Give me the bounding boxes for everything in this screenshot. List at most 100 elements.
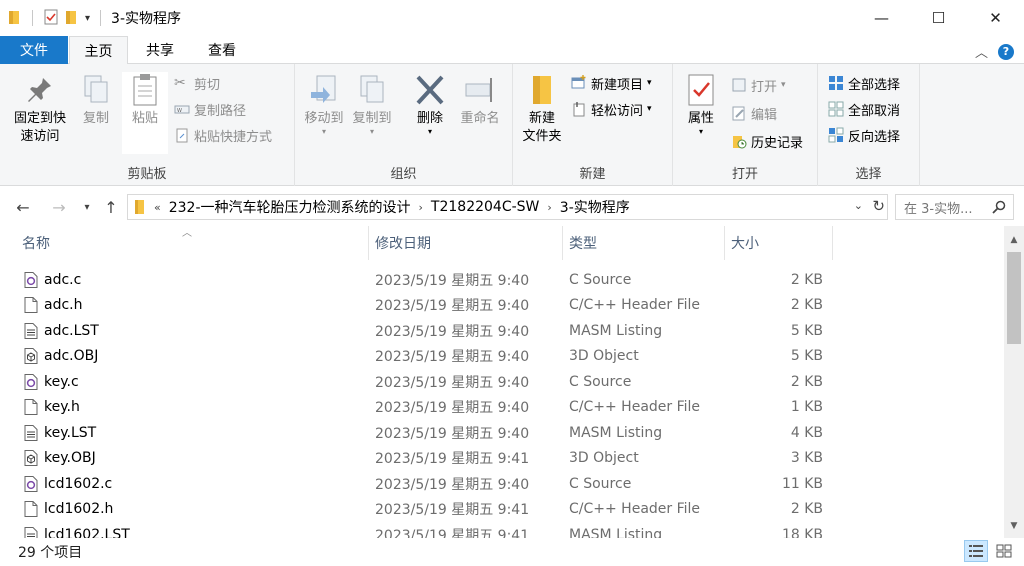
column-header-date[interactable]: 修改日期 <box>369 226 563 260</box>
file-size: 2 KB <box>790 297 823 313</box>
file-name-cell[interactable]: adc.LST <box>24 318 99 343</box>
table-row[interactable]: adc.h 2023/5/19 星期五 9:40 C/C++ Header File… <box>16 293 838 318</box>
file-name-cell[interactable]: key.LST <box>24 420 96 445</box>
scroll-up-icon[interactable]: ▲ <box>1004 230 1024 250</box>
table-row[interactable]: adc.LST 2023/5/19 星期五 9:40 MASM Listing 5 K… <box>16 318 838 343</box>
file-name-cell[interactable]: lcd1602.LST <box>24 522 130 538</box>
tab-share[interactable]: 共享 <box>130 36 190 64</box>
search-input[interactable]: 在 3-实物... <box>904 198 973 217</box>
up-arrow-icon[interactable]: ↑ <box>100 196 122 218</box>
open-button[interactable]: 打开 ▾ <box>731 74 786 96</box>
column-header-type[interactable]: 类型 <box>563 226 725 260</box>
toolbar-divider <box>100 10 102 26</box>
close-button[interactable]: ✕ <box>967 0 1024 36</box>
details-view-button[interactable] <box>964 540 988 562</box>
rename-icon <box>465 78 492 102</box>
breadcrumb-item[interactable]: 3-实物程序 <box>560 197 630 217</box>
new-folder-icon[interactable] <box>65 9 79 28</box>
recent-locations-chevron-icon[interactable]: ▾ <box>76 196 98 218</box>
folder-icon <box>135 200 144 214</box>
copy-to-button[interactable]: 复制到 ▾ <box>349 72 395 136</box>
address-dropdown-icon[interactable]: ⌄ <box>854 199 863 212</box>
cut-button[interactable]: ✂ 剪切 <box>174 72 220 94</box>
file-date: 2023/5/19 星期五 9:40 <box>375 425 530 442</box>
minimize-button[interactable]: — <box>853 0 910 36</box>
vertical-scrollbar[interactable]: ▲ ▼ <box>1004 226 1024 538</box>
rename-button[interactable]: 重命名 <box>455 72 505 128</box>
navigation-bar: ← → ▾ ↑ « 232-一种汽车轮胎压力检测系统的设计 › T2182204… <box>0 192 1024 222</box>
paste-shortcut-button[interactable]: 粘贴快捷方式 <box>174 124 272 146</box>
edit-button[interactable]: 编辑 <box>731 102 777 124</box>
edit-label: 编辑 <box>751 107 778 123</box>
help-icon[interactable]: ? <box>998 43 1014 60</box>
open-dropdown-icon: ▾ <box>781 80 786 90</box>
paste-button[interactable]: 粘贴 <box>122 72 168 154</box>
overflow-crumbs[interactable]: « <box>154 201 161 214</box>
table-row[interactable]: adc.c 2023/5/19 星期五 9:40 C Source 2 KB <box>16 267 838 292</box>
select-none-button[interactable]: 全部取消 <box>828 98 900 120</box>
address-bar[interactable]: « 232-一种汽车轮胎压力检测系统的设计 › T2182204C-SW › 3… <box>127 194 888 220</box>
file-name-cell[interactable]: lcd1602.h <box>24 497 113 522</box>
invert-selection-button[interactable]: 反向选择 <box>828 124 900 146</box>
select-group-label: 选择 <box>855 167 882 182</box>
move-to-button[interactable]: 移动到 ▾ <box>301 72 347 136</box>
file-date: 2023/5/19 星期五 9:40 <box>375 400 530 416</box>
tab-view[interactable]: 查看 <box>192 36 252 64</box>
tab-file[interactable]: 文件 <box>0 36 68 64</box>
large-icons-view-button[interactable] <box>992 540 1016 562</box>
copy-path-button[interactable]: W 复制路径 <box>174 98 246 120</box>
ribbon: 固定到快 速访问 复制 粘贴 ✂ 剪切 W 复制路径 粘贴快捷方式 剪贴板 移动… <box>0 64 1024 186</box>
search-icon[interactable] <box>991 199 1007 215</box>
view-switcher <box>964 540 1016 562</box>
file-name: adc.c <box>44 271 82 288</box>
file-name-cell[interactable]: key.OBJ <box>24 446 96 471</box>
table-row[interactable]: key.LST 2023/5/19 星期五 9:40 MASM Listing 4 K… <box>16 420 838 445</box>
column-header-size[interactable]: 大小 <box>725 226 833 260</box>
file-list: ︿ 名称 修改日期 类型 大小 adc.c 2023/5/19 星期五 9:40 C… <box>0 226 1004 538</box>
tab-home[interactable]: 主页 <box>69 36 128 65</box>
file-name-cell[interactable]: key.h <box>24 395 80 420</box>
search-box[interactable]: 在 3-实物... <box>895 194 1014 220</box>
properties-icon[interactable] <box>43 9 59 28</box>
refresh-icon[interactable]: ↻ <box>872 197 885 215</box>
delete-button[interactable]: 删除 ▾ <box>409 72 451 136</box>
file-name-cell[interactable]: lcd1602.c <box>24 471 112 496</box>
details-view-icon <box>969 545 983 557</box>
collapse-ribbon-icon[interactable]: ︿ <box>975 42 988 61</box>
chevron-right-icon[interactable]: › <box>547 201 551 214</box>
customize-toolbar-icon[interactable]: ▾ <box>85 13 90 24</box>
table-row[interactable]: lcd1602.LST 2023/5/19 星期五 9:41 MASM Listin… <box>16 522 838 538</box>
pin-quick-access-button[interactable]: 固定到快 速访问 <box>8 72 72 146</box>
chevron-right-icon[interactable]: › <box>419 201 423 214</box>
file-name-cell[interactable]: adc.h <box>24 293 83 318</box>
select-all-label: 全部选择 <box>848 77 901 93</box>
copy-button[interactable]: 复制 <box>76 72 116 128</box>
table-row[interactable]: lcd1602.h 2023/5/19 星期五 9:41 C/C++ Header … <box>16 497 838 522</box>
table-row[interactable]: key.OBJ 2023/5/19 星期五 9:41 3D Object 3 KB <box>16 446 838 471</box>
new-item-button[interactable]: 新建项目 ▾ <box>571 72 652 94</box>
easy-access-button[interactable]: 轻松访问 ▾ <box>571 98 652 120</box>
properties-button[interactable]: 属性 ▾ <box>681 72 721 136</box>
back-arrow-icon[interactable]: ← <box>12 196 34 218</box>
history-button[interactable]: 历史记录 <box>731 130 803 152</box>
breadcrumb-item[interactable]: 232-一种汽车轮胎压力检测系统的设计 <box>169 197 411 217</box>
table-row[interactable]: key.c 2023/5/19 星期五 9:40 C Source 2 KB <box>16 369 838 394</box>
window-title: 3-实物程序 <box>111 11 181 27</box>
scroll-thumb[interactable] <box>1007 252 1021 344</box>
scroll-down-icon[interactable]: ▼ <box>1004 516 1024 536</box>
file-name-cell[interactable]: adc.c <box>24 267 81 292</box>
new-group: 新建 文件夹 新建项目 ▾ 轻松访问 ▾ 新建 <box>513 64 673 186</box>
table-row[interactable]: adc.OBJ 2023/5/19 星期五 9:40 3D Object 5 KB <box>16 344 838 369</box>
delete-label: 删除 <box>416 111 443 126</box>
breadcrumb-item[interactable]: T2182204C-SW <box>431 199 539 215</box>
select-all-button[interactable]: 全部选择 <box>828 72 900 94</box>
paste-icon <box>133 74 157 106</box>
file-name-cell[interactable]: key.c <box>24 369 79 394</box>
new-folder-button[interactable]: 新建 文件夹 <box>517 72 567 146</box>
file-name-cell[interactable]: adc.OBJ <box>24 344 98 369</box>
maximize-button[interactable]: ☐ <box>910 0 967 36</box>
column-header-name[interactable]: 名称 <box>16 226 369 260</box>
forward-arrow-icon[interactable]: → <box>48 196 70 218</box>
table-row[interactable]: key.h 2023/5/19 星期五 9:40 C/C++ Header File… <box>16 395 838 420</box>
table-row[interactable]: lcd1602.c 2023/5/19 星期五 9:40 C Source 11 KB <box>16 471 838 496</box>
